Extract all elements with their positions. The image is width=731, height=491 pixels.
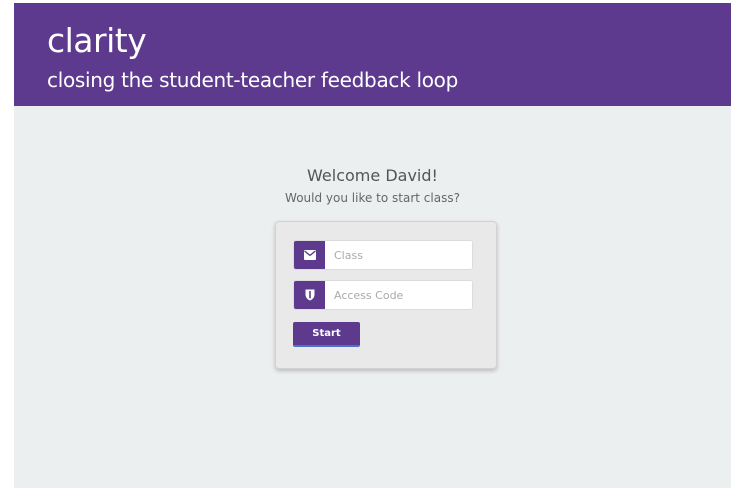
start-class-card: Start [275, 221, 497, 369]
welcome-heading: Welcome David! [307, 166, 438, 185]
envelope-icon [294, 241, 325, 269]
welcome-subtitle: Would you like to start class? [285, 191, 460, 205]
access-code-input[interactable] [325, 281, 472, 309]
start-button[interactable]: Start [293, 322, 360, 347]
app-frame: clarity closing the student-teacher feed… [14, 3, 731, 488]
brand-tagline: closing the student-teacher feedback loo… [47, 68, 458, 92]
brand-logo-text: clarity [47, 21, 147, 60]
shield-icon [294, 281, 325, 309]
class-field-group [293, 240, 473, 270]
access-code-field-group [293, 280, 473, 310]
app-header: clarity closing the student-teacher feed… [14, 3, 731, 106]
class-input[interactable] [325, 241, 472, 269]
